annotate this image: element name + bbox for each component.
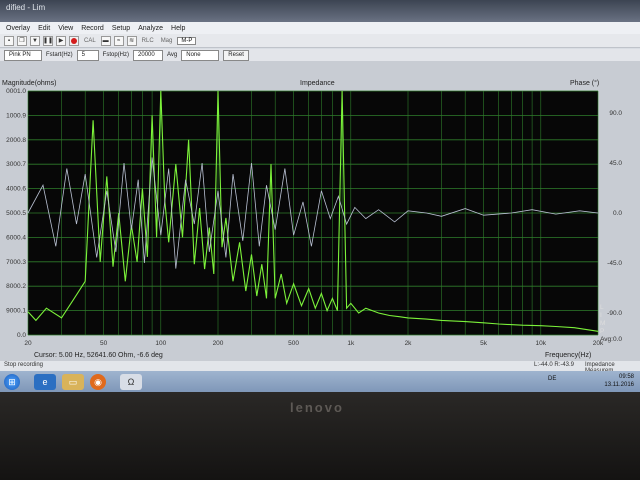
mag-button[interactable]: Mag xyxy=(159,38,175,44)
laptop-brand: lenovo xyxy=(290,400,344,415)
taskbar: ⊞ e ▭ ◉ Ω DE 09:58 13.11.2016 xyxy=(0,371,640,392)
y-tick-label: 5000.5 xyxy=(6,210,26,217)
play-icon[interactable]: ▶ xyxy=(56,35,66,46)
x-axis-ticks: 20 50 100 200 500 1k 2k 5k 10k 20k xyxy=(24,340,604,347)
reset-button[interactable]: Reset xyxy=(223,49,249,61)
avg-label: Avg xyxy=(167,52,178,58)
y2-tick-label: 45.0 xyxy=(609,160,622,167)
x-tick-label: 50 xyxy=(100,340,108,347)
y2-tick-label: -90.0 xyxy=(607,310,622,317)
fstart-input[interactable]: 5 xyxy=(76,49,99,61)
copy-icon[interactable]: ❐ xyxy=(17,35,27,46)
y-tick-label: 8000.2 xyxy=(6,283,26,290)
y-tick-label: 4000.6 xyxy=(6,186,26,193)
impedance-chart[interactable]: 0001.0 1000.9 2000.8 3000.7 4000.6 5000.5 6000… xyxy=(0,61,640,361)
y-tick-label: 2000.8 xyxy=(6,137,26,144)
y-axis-ticks: 0001.0 1000.9 2000.8 3000.7 4000.6 5000.5 6000… xyxy=(6,88,26,339)
title-bar: dified - Lim xyxy=(0,0,640,22)
y-tick-label: 6000.4 xyxy=(6,234,26,241)
y2-axis-label: Phase (°) xyxy=(570,79,599,87)
save-icon[interactable]: ▪ xyxy=(4,35,14,46)
menu-view[interactable]: View xyxy=(58,25,73,32)
x-tick-label: 20 xyxy=(24,340,32,347)
x-tick-label: 1k xyxy=(347,340,355,347)
y-tick-label: 9000.1 xyxy=(6,308,26,315)
menu-record[interactable]: Record xyxy=(81,25,104,32)
y2-tick-label: -45.0 xyxy=(607,260,622,267)
menu-edit[interactable]: Edit xyxy=(38,25,50,32)
y2-tick-label: Avg:0.0 xyxy=(600,336,622,343)
fstart-label: Fstart(Hz) xyxy=(46,52,73,58)
y2-tick-label: 0.0 xyxy=(613,210,622,217)
channel-icon[interactable]: ▬ xyxy=(100,35,111,46)
clock-date: 13.11.2016 xyxy=(604,382,634,388)
sweep-icon[interactable]: ≋ xyxy=(126,35,137,46)
folder-icon[interactable]: ▭ xyxy=(62,374,84,390)
trace-letter: I xyxy=(600,312,602,319)
menu-setup[interactable]: Setup xyxy=(112,25,130,32)
mag-phase-button[interactable]: M-P xyxy=(177,36,197,45)
window-title: dified - Lim xyxy=(6,3,46,12)
status-text: Stop recording xyxy=(4,362,44,368)
y-axis-label: Magnitude(ohms) xyxy=(2,80,56,87)
rlc-button[interactable]: RLC xyxy=(140,38,156,44)
cal-button[interactable]: CAL xyxy=(82,38,98,44)
fstop-input[interactable]: 20000 xyxy=(133,49,164,61)
y-tick-label: 3000.7 xyxy=(6,161,26,168)
x-tick-label: 5k xyxy=(480,340,488,347)
app-icon[interactable]: Ω xyxy=(120,374,142,390)
trace-letters: LIMP xyxy=(600,304,605,335)
noise-select[interactable]: Pink PN xyxy=(4,49,42,61)
pause-icon[interactable]: ❚❚ xyxy=(43,35,53,46)
y2-tick-label: 90.0 xyxy=(609,110,622,117)
options-bar: Pink PN Fstart(Hz) 5 Fstop(Hz) 20000 Avg… xyxy=(0,49,640,61)
trace-letter: P xyxy=(600,328,604,335)
x-tick-label: 10k xyxy=(536,340,547,347)
chart-panel: 0001.0 1000.9 2000.8 3000.7 4000.6 5000.5 6000… xyxy=(0,61,640,361)
avg-select[interactable]: None xyxy=(181,49,220,61)
main-toolbar: ▪ ❐ ▼ ❚❚ ▶ CAL ▬ ≈ ≋ RLC Mag M-P xyxy=(0,34,640,48)
y-tick-label: 7000.3 xyxy=(6,259,26,266)
x-tick-label: 20k xyxy=(593,340,604,347)
trace-letter: M xyxy=(600,320,605,327)
language-indicator[interactable]: DE xyxy=(548,376,556,382)
level-readout: L:-44.0 R:-43.9 xyxy=(534,362,575,368)
y-tick-label: 0001.0 xyxy=(6,88,26,95)
y-tick-label: 1000.9 xyxy=(6,112,26,119)
status-bar: Stop recording L:-44.0 R:-43.9 Impedance… xyxy=(0,361,640,374)
firefox-icon[interactable]: ◉ xyxy=(90,374,106,390)
cursor-readout: Cursor: 5.00 Hz, 52641.60 Ohm, -6.6 deg xyxy=(34,352,163,359)
menu-analyze[interactable]: Analyze xyxy=(138,25,163,32)
x-tick-label: 2k xyxy=(405,340,413,347)
record-icon[interactable] xyxy=(69,35,79,46)
clock-time: 09:58 xyxy=(618,374,634,380)
menu-overlay[interactable]: Overlay xyxy=(6,25,30,32)
y-tick-label: 0.0 xyxy=(17,332,26,339)
menu-bar: Overlay Edit View Record Setup Analyze H… xyxy=(0,22,640,34)
fstop-label: Fstop(Hz) xyxy=(102,52,130,58)
trace-letter: L xyxy=(600,304,604,311)
chart-title: Impedance xyxy=(300,80,335,87)
start-icon[interactable]: ⊞ xyxy=(4,374,20,390)
marker-icon[interactable]: ▼ xyxy=(30,35,40,46)
x-tick-label: 100 xyxy=(155,340,166,347)
x-tick-label: 200 xyxy=(213,340,224,347)
menu-help[interactable]: Help xyxy=(171,25,185,32)
x-axis-label: Frequency(Hz) xyxy=(545,352,591,359)
wave-icon[interactable]: ≈ xyxy=(113,35,124,46)
browser-icon[interactable]: e xyxy=(34,374,56,390)
clock[interactable]: 09:58 13.11.2016 xyxy=(604,373,634,389)
x-tick-label: 500 xyxy=(288,340,299,347)
screen: dified - Lim Overlay Edit View Record Se… xyxy=(0,0,640,392)
